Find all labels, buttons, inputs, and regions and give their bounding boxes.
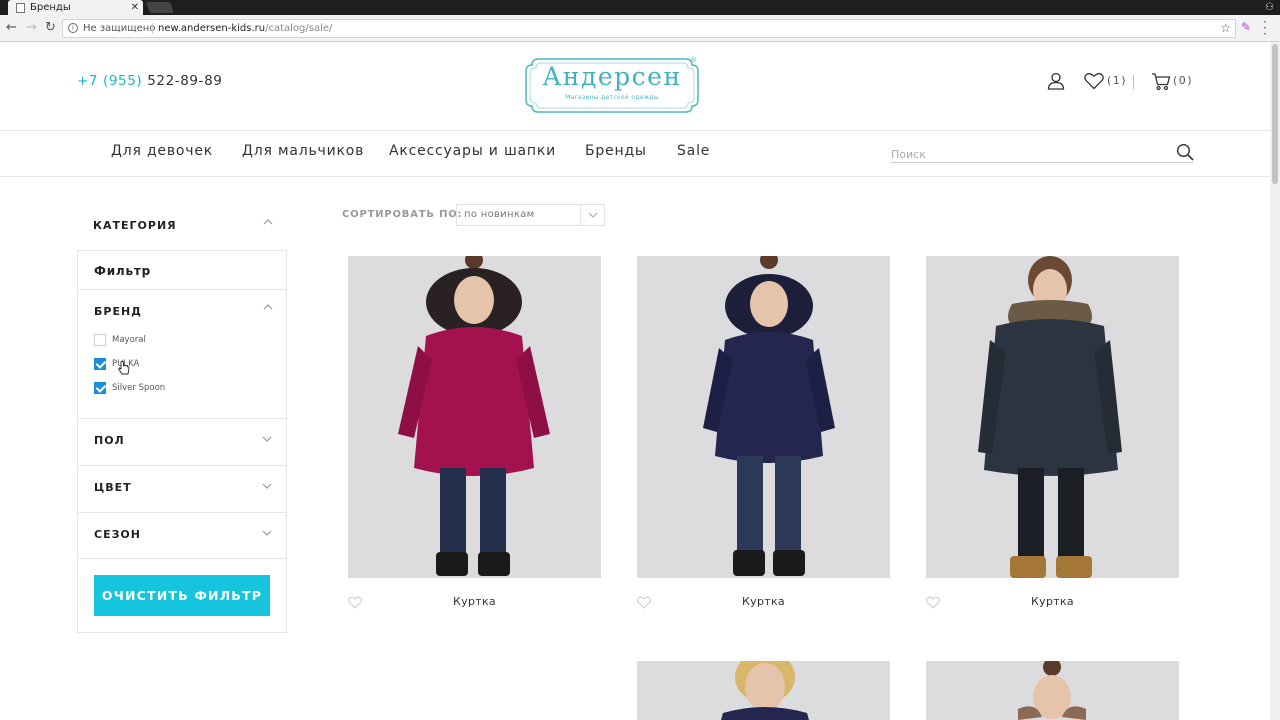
- phone-number[interactable]: +7 (955) 522-89-89: [77, 73, 222, 89]
- category-section-title[interactable]: КАТЕГОРИЯ: [93, 219, 177, 232]
- browser-tab[interactable]: Бренды ✕: [8, 0, 143, 15]
- search-icon[interactable]: [1176, 143, 1194, 161]
- season-section-title[interactable]: СЕЗОН: [94, 528, 141, 541]
- url-text[interactable]: new.andersen-kids.ru/catalog/sale/: [158, 20, 332, 37]
- wishlist-count[interactable]: (1): [1107, 74, 1127, 87]
- hand-cursor-icon: [118, 361, 130, 375]
- color-divider: [78, 512, 286, 513]
- logo-subtitle: Магазины детской одежды: [565, 94, 659, 101]
- browser-toolbar: ← → ↻ i Не защищено new.andersen-kids.ru…: [0, 15, 1280, 42]
- phone-code: +7 (955): [77, 73, 143, 89]
- chevron-up-icon[interactable]: [263, 218, 273, 225]
- user-account-icon[interactable]: [1047, 72, 1065, 90]
- security-status: Не защищено: [83, 23, 156, 34]
- browser-tab-bar: Бренды ✕ ⚇: [0, 0, 1280, 15]
- search-input[interactable]: [891, 143, 1194, 163]
- product-photo[interactable]: [637, 256, 890, 578]
- child-photo-image: [926, 661, 1179, 720]
- browser-menu-icon[interactable]: · · ·: [1263, 16, 1269, 40]
- window-controls-icon[interactable]: ⚇: [1265, 0, 1274, 15]
- chevron-down-icon[interactable]: [262, 436, 272, 443]
- product-photo[interactable]: [348, 256, 601, 578]
- gender-divider: [78, 465, 286, 466]
- info-icon[interactable]: i: [68, 23, 78, 33]
- checkbox-pulka[interactable]: [94, 358, 106, 370]
- cart-count[interactable]: (0): [1173, 74, 1193, 87]
- nav-item-accessories[interactable]: Аксессуары и шапки: [389, 143, 556, 159]
- sort-dropdown-toggle[interactable]: [580, 205, 604, 225]
- bookmark-star-icon[interactable]: ☆: [1220, 20, 1231, 37]
- product-photo[interactable]: [637, 661, 890, 720]
- nav-item-brands[interactable]: Бренды: [585, 143, 647, 159]
- checkbox-silver-spoon[interactable]: [94, 382, 106, 394]
- chevron-up-icon[interactable]: [263, 303, 273, 310]
- new-tab-button[interactable]: [145, 2, 175, 13]
- nav-item-boys[interactable]: Для мальчиков: [242, 143, 364, 159]
- header-separator: [1133, 75, 1134, 89]
- filter-title: Фильтр: [94, 264, 152, 278]
- sort-select[interactable]: по новинкам: [456, 204, 605, 226]
- chevron-down-icon: [588, 212, 598, 218]
- chevron-down-icon[interactable]: [262, 530, 272, 537]
- product-photo[interactable]: [926, 256, 1179, 578]
- forward-icon[interactable]: →: [26, 20, 37, 36]
- nav-item-sale[interactable]: Sale: [677, 143, 710, 159]
- logo-registered-mark: ®: [690, 56, 697, 64]
- child-photo-image: [926, 256, 1179, 578]
- omnibox-divider: [152, 23, 153, 34]
- brand-label-silver-spoon: Silver Spoon: [112, 383, 166, 393]
- child-photo-image: [637, 661, 890, 720]
- phone-digits: 522-89-89: [147, 73, 223, 89]
- product-name[interactable]: Куртка: [926, 595, 1179, 608]
- nav-item-girls[interactable]: Для девочек: [111, 143, 213, 159]
- url-path: /catalog/sale/: [265, 23, 333, 34]
- header-divider: [0, 130, 1270, 131]
- product-name[interactable]: Куртка: [348, 595, 601, 608]
- wishlist-heart-icon[interactable]: [1084, 72, 1104, 90]
- cart-icon[interactable]: [1151, 72, 1171, 91]
- sort-selected-value: по новинкам: [464, 209, 535, 220]
- brand-divider: [78, 418, 286, 419]
- clear-filter-button[interactable]: ОЧИСТИТЬ ФИЛЬТР: [94, 575, 270, 616]
- gender-section-title[interactable]: ПОЛ: [94, 434, 125, 447]
- season-divider: [78, 558, 286, 559]
- page-favicon-icon: [16, 3, 25, 13]
- page-scrollbar[interactable]: [1270, 42, 1280, 720]
- tab-close-icon[interactable]: ✕: [131, 0, 139, 15]
- nav-divider: [0, 176, 1270, 177]
- child-photo-image: [637, 256, 890, 578]
- child-photo-image: [348, 256, 601, 578]
- brand-label-mayoral: Mayoral: [112, 335, 146, 345]
- product-photo[interactable]: [926, 661, 1179, 720]
- chevron-down-icon[interactable]: [262, 483, 272, 490]
- brand-section-title[interactable]: БРЕНД: [94, 305, 142, 318]
- product-name[interactable]: Куртка: [637, 595, 890, 608]
- extension-pen-icon[interactable]: ✎: [1241, 20, 1253, 34]
- scrollbar-thumb[interactable]: [1272, 44, 1278, 184]
- filter-divider: [78, 289, 286, 290]
- back-icon[interactable]: ←: [6, 20, 17, 36]
- color-section-title[interactable]: ЦВЕТ: [94, 481, 132, 494]
- logo-text: Андерсен: [542, 62, 682, 91]
- address-bar[interactable]: i Не защищено new.andersen-kids.ru/catal…: [62, 19, 1236, 38]
- checkbox-mayoral[interactable]: [94, 334, 106, 346]
- sort-label: СОРТИРОВАТЬ ПО:: [342, 209, 463, 220]
- browser-tab-title: Бренды: [30, 2, 71, 13]
- site-logo[interactable]: Андерсен Магазины детской одежды: [524, 56, 700, 115]
- url-host: new.andersen-kids.ru: [158, 23, 266, 34]
- reload-icon[interactable]: ↻: [45, 20, 56, 36]
